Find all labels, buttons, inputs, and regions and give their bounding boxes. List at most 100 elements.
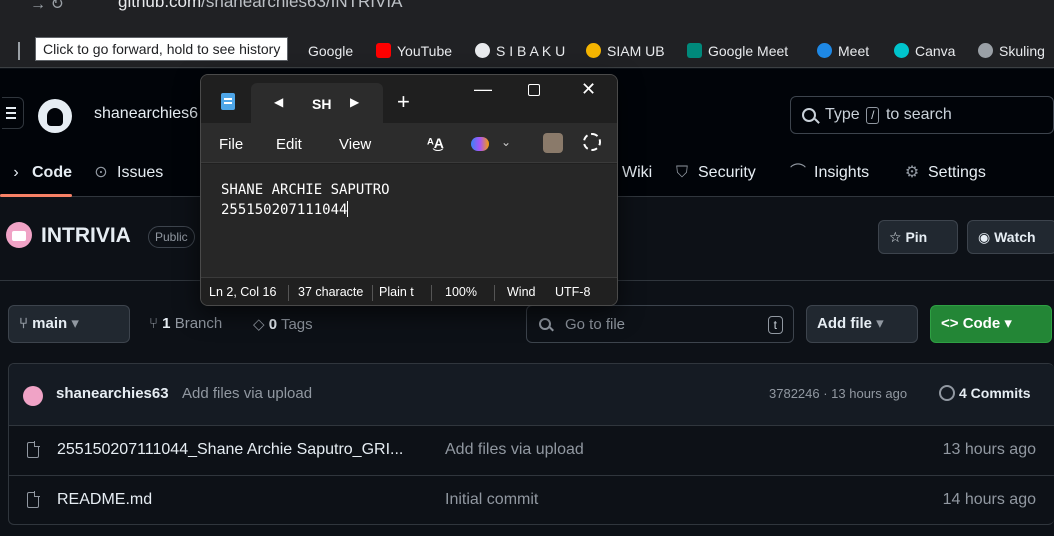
notepad-statusbar: Ln 2, Col 16 37 characte Plain t 100% Wi… bbox=[201, 277, 617, 305]
latest-commit-row: shanearchies63 Add files via upload 3782… bbox=[9, 364, 1054, 426]
table-row[interactable]: README.md Initial commit 14 hours ago bbox=[9, 476, 1054, 524]
commits-link[interactable]: 4 Commits bbox=[939, 385, 1031, 401]
file-commit-message[interactable]: Add files via upload bbox=[445, 441, 584, 459]
address-bar[interactable]: github.com/shanearchies63/INTRIVIA bbox=[118, 0, 402, 12]
commit-message-link[interactable]: Add files via upload bbox=[182, 385, 312, 402]
file-commit-message[interactable]: Initial commit bbox=[445, 491, 538, 509]
tab-scroll-right-icon[interactable]: ▶ bbox=[350, 95, 359, 109]
bookmark-google[interactable]: Google bbox=[308, 34, 353, 68]
new-tab-button[interactable]: + bbox=[397, 89, 410, 115]
github-logo-icon[interactable] bbox=[38, 99, 72, 133]
go-to-file-input[interactable]: Go to file t bbox=[526, 305, 794, 343]
skuling-icon bbox=[978, 43, 993, 58]
global-search-input[interactable]: Type / to search bbox=[790, 96, 1054, 134]
status-position: Ln 2, Col 16 bbox=[209, 285, 277, 299]
shield-icon: ⛉ bbox=[675, 164, 688, 181]
bookmarks-divider bbox=[18, 42, 20, 60]
github-icon bbox=[475, 43, 490, 58]
notepad-text-area[interactable]: SHANE ARCHIE SAPUTRO 255150207111044 bbox=[201, 164, 617, 277]
bookmark-google-meet[interactable]: Google Meet bbox=[687, 34, 788, 68]
search-shortcut-key: / bbox=[866, 107, 880, 124]
status-char-count: 37 characte bbox=[298, 285, 364, 299]
bookmark-skuling[interactable]: Skuling bbox=[978, 34, 1045, 68]
file-name-link[interactable]: README.md bbox=[57, 491, 152, 509]
search-icon bbox=[802, 108, 816, 122]
pin-icon: ☆ bbox=[889, 229, 906, 245]
text-line: 255150207111044 bbox=[221, 202, 348, 218]
chevron-down-icon: ▾ bbox=[1000, 315, 1012, 332]
notepad-window[interactable]: ◀ SH ▶ + — ✕ File Edit View ᴬ͜A ⌄ SHANE … bbox=[200, 74, 618, 306]
branch-select[interactable]: ⑂ main ▾ bbox=[8, 305, 130, 343]
file-time: 13 hours ago bbox=[942, 441, 1036, 458]
tab-insights[interactable]: ⌒ Insights bbox=[790, 160, 869, 186]
add-file-button[interactable]: Add file ▾ bbox=[806, 305, 918, 343]
code-icon: › bbox=[13, 164, 19, 181]
bookmark-canva[interactable]: Canva bbox=[894, 34, 955, 68]
nav-buttons[interactable]: → ↻ bbox=[30, 0, 64, 14]
code-icon: <> bbox=[941, 315, 963, 332]
minimize-button[interactable]: — bbox=[473, 79, 493, 100]
bookmark-siam-ub[interactable]: SIAM UB bbox=[586, 34, 665, 68]
tab-scroll-left-icon[interactable]: ◀ bbox=[274, 95, 283, 109]
google-meet-icon bbox=[687, 43, 702, 58]
watch-button[interactable]: ◉ Watch bbox=[967, 220, 1054, 254]
chevron-down-icon[interactable]: ⌄ bbox=[501, 135, 511, 149]
file-name-link[interactable]: 255150207111044_Shane Archie Saputro_GRI… bbox=[57, 441, 403, 459]
close-button[interactable]: ✕ bbox=[581, 79, 596, 100]
bookmark-youtube[interactable]: YouTube bbox=[376, 34, 452, 68]
browser-toolbar: → ↻ github.com/shanearchies63/INTRIVIA bbox=[0, 0, 1054, 34]
chevron-down-icon: ▾ bbox=[67, 315, 79, 332]
gear-icon: ⚙ bbox=[904, 164, 920, 181]
url-path: /shanearchies63/INTRIVIA bbox=[201, 0, 403, 11]
copilot-icon[interactable] bbox=[471, 137, 489, 151]
notepad-menubar: File Edit View ᴬ͜A ⌄ bbox=[201, 123, 617, 163]
menu-button[interactable] bbox=[2, 97, 24, 129]
font-icon[interactable]: ᴬ͜A bbox=[427, 135, 444, 151]
menu-edit[interactable]: Edit bbox=[276, 136, 302, 153]
pin-button[interactable]: ☆ Pin bbox=[878, 220, 958, 254]
menu-file[interactable]: File bbox=[219, 136, 243, 153]
siam-ub-icon bbox=[586, 43, 601, 58]
avatar bbox=[23, 386, 43, 406]
go-to-file-shortcut-key: t bbox=[767, 316, 783, 334]
tab-security[interactable]: ⛉ Security bbox=[674, 160, 756, 186]
commit-meta[interactable]: 3782246 · 13 hours ago bbox=[769, 386, 907, 401]
tab-code[interactable]: › Code bbox=[8, 160, 72, 186]
file-time: 14 hours ago bbox=[942, 491, 1036, 508]
commit-author-link[interactable]: shanearchies63 bbox=[56, 385, 169, 402]
code-button[interactable]: <> Code ▾ bbox=[930, 305, 1052, 343]
tags-link[interactable]: ◇ 0 Tags bbox=[253, 315, 313, 333]
file-table: shanearchies63 Add files via upload 3782… bbox=[8, 363, 1054, 525]
branch-icon: ⑂ bbox=[19, 315, 33, 332]
status-line-ending[interactable]: Wind bbox=[507, 285, 543, 299]
account-avatar-icon[interactable] bbox=[543, 133, 563, 153]
gear-icon[interactable] bbox=[583, 133, 601, 151]
history-icon bbox=[939, 385, 955, 401]
file-icon bbox=[27, 441, 40, 458]
text-line: SHANE ARCHIE SAPUTRO bbox=[221, 182, 390, 198]
repo-name[interactable]: INTRIVIA bbox=[41, 224, 131, 248]
graph-icon: ⌒ bbox=[790, 164, 807, 181]
url-host: github.com bbox=[118, 0, 202, 11]
status-encoding[interactable]: UTF-8 bbox=[555, 285, 605, 299]
maximize-button[interactable] bbox=[528, 84, 540, 96]
youtube-icon bbox=[376, 43, 391, 58]
file-icon bbox=[27, 491, 40, 508]
visibility-badge: Public bbox=[148, 226, 195, 248]
tab-settings[interactable]: ⚙ Settings bbox=[904, 160, 986, 186]
branch-icon: ⑂ bbox=[149, 315, 163, 332]
forward-tooltip: Click to go forward, hold to see history bbox=[35, 37, 289, 61]
bookmark-meet[interactable]: Meet bbox=[817, 34, 869, 68]
status-format[interactable]: Plain t bbox=[379, 285, 427, 299]
tab-issues[interactable]: ⊙ Issues bbox=[93, 160, 163, 186]
canva-icon bbox=[894, 43, 909, 58]
tab-wiki[interactable]: Wiki bbox=[622, 160, 652, 186]
bookmark-sibaku[interactable]: S I B A K U bbox=[475, 34, 565, 68]
branches-link[interactable]: ⑂ 1 Branch bbox=[149, 315, 222, 332]
notepad-titlebar[interactable]: ◀ SH ▶ + — ✕ bbox=[201, 75, 617, 123]
menu-view[interactable]: View bbox=[339, 136, 371, 153]
status-zoom[interactable]: 100% bbox=[445, 285, 485, 299]
meet-icon bbox=[817, 43, 832, 58]
repo-owner-link[interactable]: shanearchies6 bbox=[94, 105, 198, 123]
table-row[interactable]: 255150207111044_Shane Archie Saputro_GRI… bbox=[9, 426, 1054, 476]
